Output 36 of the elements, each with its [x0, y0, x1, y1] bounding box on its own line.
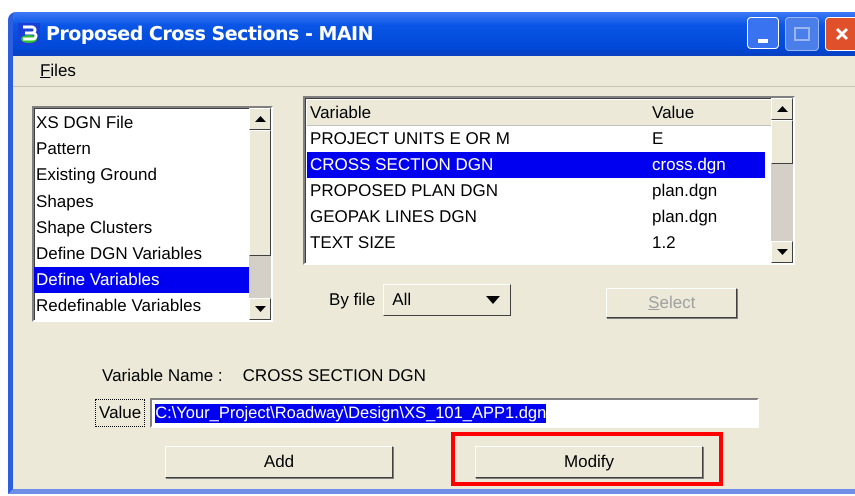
table-cell-text: E: [651, 129, 664, 149]
list-item[interactable]: Define Variables: [34, 267, 249, 294]
variable-name-label: Variable Name :: [102, 366, 223, 386]
column-header[interactable]: Value: [650, 102, 771, 122]
file-dropdown[interactable]: All: [383, 284, 512, 316]
dialog-button[interactable]: Modify: [475, 446, 703, 478]
list-item[interactable]: XS DGN File: [34, 110, 249, 136]
table-cell-text: CROSS SECTION DGN: [309, 155, 494, 175]
dialog-button[interactable]: Add: [165, 446, 393, 478]
variable-name-value: CROSS SECTION DGN: [242, 366, 426, 386]
table-cell-text: TEXT SIZE: [309, 233, 397, 253]
by-file-label: By file: [329, 290, 376, 310]
list-item[interactable]: Shape Clusters: [34, 214, 249, 241]
list-item[interactable]: Pattern: [34, 136, 249, 162]
column-header[interactable]: Variable: [307, 102, 650, 122]
category-list[interactable]: XS DGN File Pattern Existing Ground Shapes Shape Clusters Define DGN Variables Define Variables Redefinable Variables: [32, 106, 273, 322]
table-cell-text: plan.dgn: [651, 207, 718, 227]
table-cell-text: PROPOSED PLAN DGN: [309, 181, 499, 201]
list-item[interactable]: Define DGN Variables: [34, 240, 249, 268]
table-cell-text: cross.dgn: [651, 155, 727, 175]
value-field[interactable]: C:\Your_Project\Roadway\Design\XS_101_APP1.dgn: [150, 398, 760, 428]
table-row[interactable]: PROJECT UNITS E OR M E: [307, 126, 765, 152]
table-cell-text: plan.dgn: [651, 181, 718, 201]
table-row[interactable]: TEXT SIZE 1.2: [307, 230, 765, 256]
table-cell-text: GEOPAK LINES DGN: [309, 207, 478, 227]
window-title: Proposed Cross Sections - MAIN: [46, 23, 374, 45]
list-item[interactable]: Existing Ground: [34, 162, 249, 189]
table-cell-text: 1.2: [651, 233, 677, 253]
table-row[interactable]: PROPOSED PLAN DGN plan.dgn: [307, 178, 765, 204]
list-item[interactable]: Shapes: [34, 188, 249, 215]
table-cell-text: PROJECT UNITS E OR M: [309, 129, 511, 149]
table-row[interactable]: GEOPAK LINES DGN plan.dgn: [307, 204, 765, 230]
table-row[interactable]: CROSS SECTION DGN cross.dgn: [307, 152, 765, 178]
list-item[interactable]: Redefinable Variables: [34, 293, 249, 320]
menu-item[interactable]: Files: [40, 61, 76, 81]
value-label: Value: [95, 399, 146, 427]
